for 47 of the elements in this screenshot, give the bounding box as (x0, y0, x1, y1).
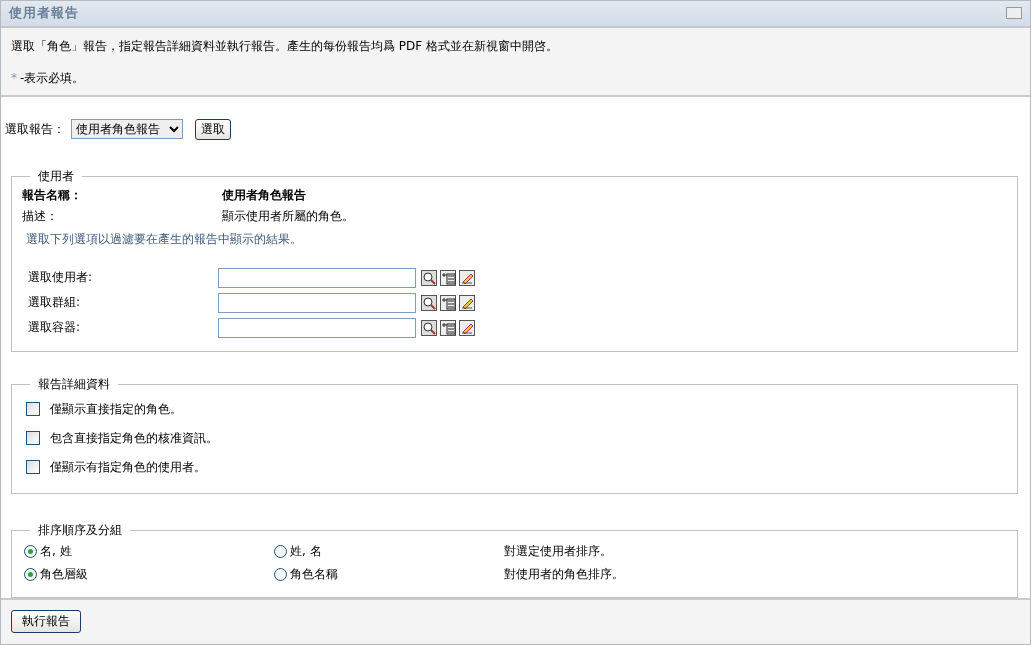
search-icon[interactable] (421, 294, 437, 311)
radio-label: 角色層級 (40, 566, 88, 584)
radio-button[interactable] (274, 568, 287, 582)
input-field[interactable] (218, 317, 416, 338)
section-legend: 排序順序及分組 (30, 522, 130, 540)
field-label: 選取群組: (28, 294, 82, 312)
radio-label: 名, 姓 (40, 543, 72, 561)
search-icon[interactable] (421, 269, 437, 286)
required-note: -表示必填。 (20, 70, 85, 85)
sort-description: 對選定使用者排序。 (504, 543, 613, 561)
info-label: 描述： (22, 207, 59, 225)
pencil-icon[interactable] (459, 319, 475, 336)
radio-button[interactable] (24, 545, 37, 559)
input-field[interactable] (218, 292, 416, 313)
checkbox-label: 僅顯示有指定角色的使用者。 (50, 458, 206, 476)
pencil-icon[interactable] (459, 269, 475, 286)
input-field[interactable] (218, 267, 416, 288)
field-label: 選取使用者: (28, 269, 94, 287)
window-title: 使用者報告 (9, 4, 79, 23)
field-label: 選取容器: (28, 319, 82, 337)
intro-text: 選取「角色」報告，指定報告詳細資料並執行報告。產生的每份報告均爲 PDF 格式並在新視窗中開啓。 (11, 37, 559, 55)
section-legend: 報告詳細資料 (30, 375, 118, 393)
run-report-button[interactable]: 執行報告 (11, 610, 81, 634)
radio-label: 角色名稱 (290, 566, 338, 584)
section-legend: 使用者 (30, 167, 82, 185)
checkbox-label: 包含直接指定角色的核准資訊。 (50, 429, 218, 447)
list-icon[interactable] (440, 269, 456, 286)
report-dropdown[interactable]: 使用者角色報告 (71, 119, 183, 140)
checkbox[interactable] (26, 431, 40, 446)
select-button[interactable]: 選取 (195, 118, 231, 140)
checkbox[interactable] (26, 402, 40, 417)
info-label: 報告名稱： (22, 186, 83, 204)
list-icon[interactable] (440, 294, 456, 311)
radio-button[interactable] (24, 568, 37, 582)
checkbox[interactable] (26, 460, 40, 475)
search-icon[interactable] (421, 319, 437, 336)
report-label: 選取報告： (5, 120, 65, 138)
required-mark: * (11, 70, 17, 85)
sort-description: 對使用者的角色排序。 (504, 566, 625, 584)
filter-hint: 選取下列選項以過濾要在產生的報告中顯示的結果。 (26, 230, 303, 248)
info-value: 顯示使用者所屬的角色。 (222, 207, 355, 225)
list-icon[interactable] (440, 319, 456, 336)
checkbox-label: 僅顯示直接指定的角色。 (50, 400, 182, 418)
radio-label: 姓, 名 (290, 543, 322, 561)
pencil-icon[interactable] (459, 294, 475, 311)
info-value: 使用者角色報告 (222, 186, 307, 204)
radio-button[interactable] (274, 545, 287, 559)
